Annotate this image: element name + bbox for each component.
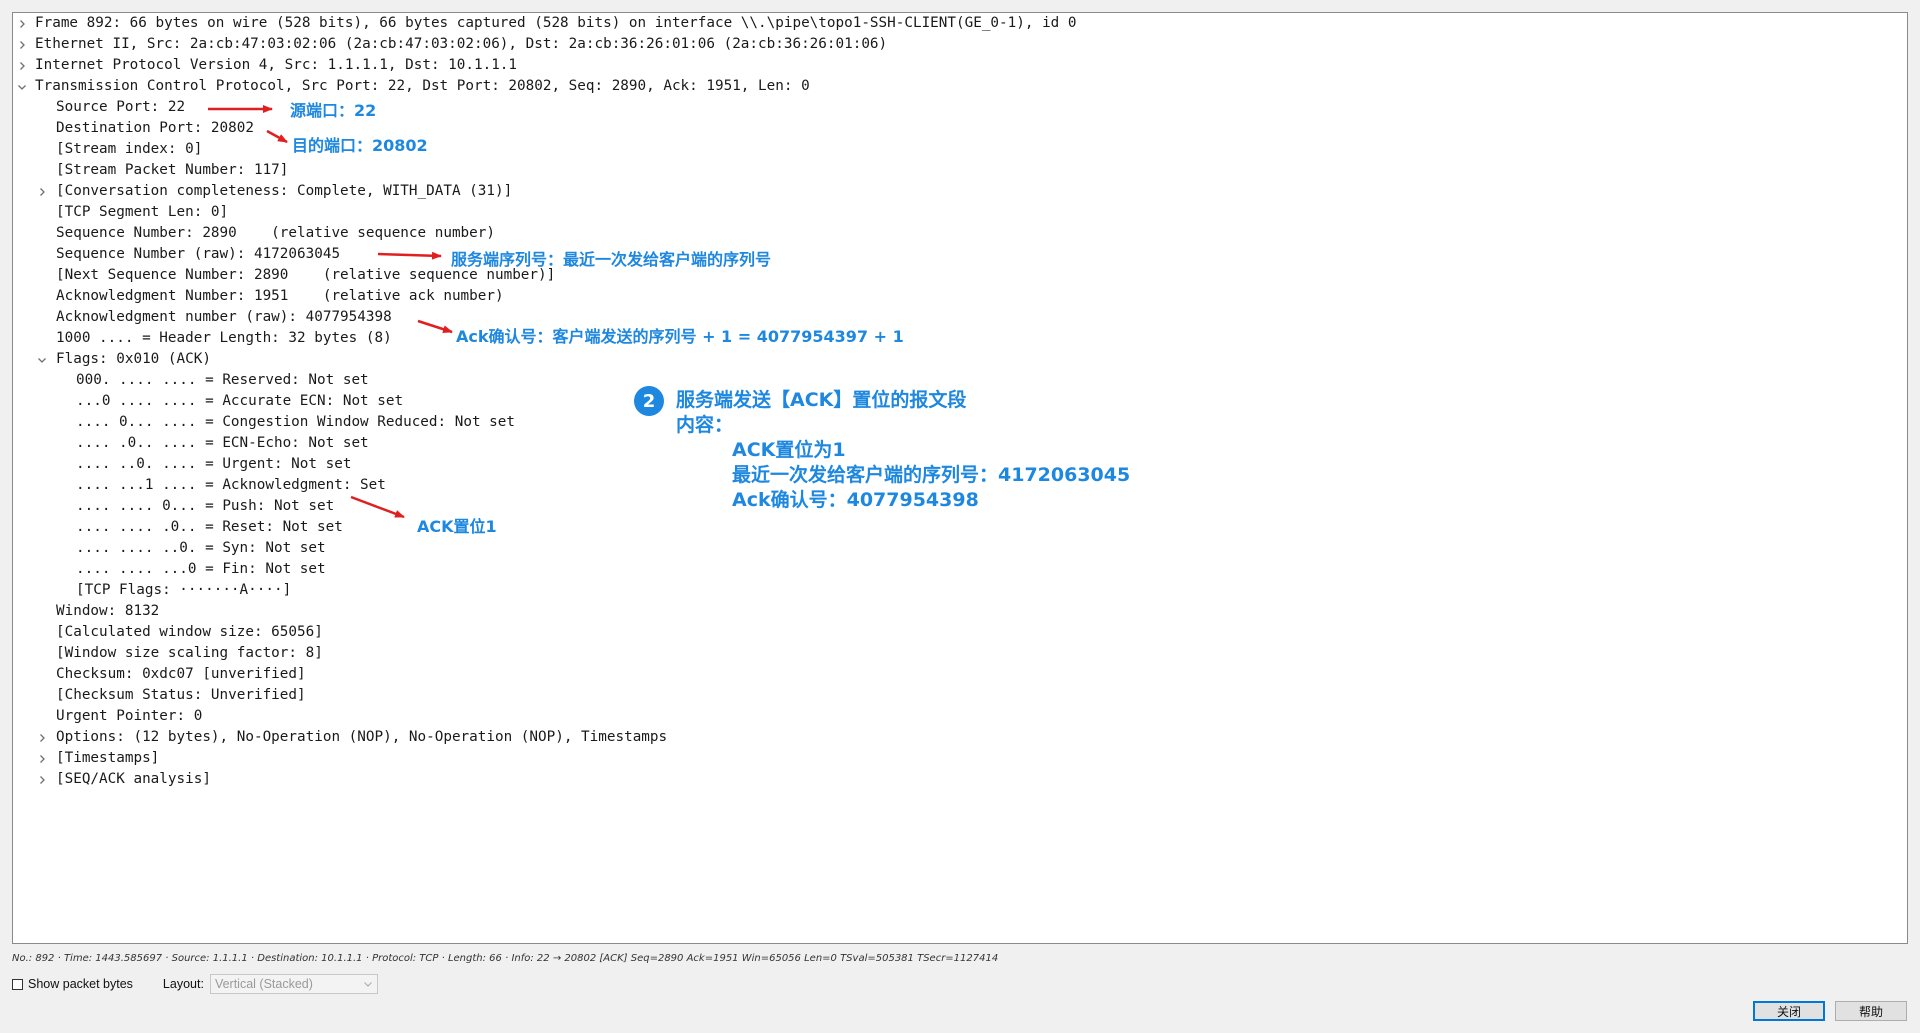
tree-row[interactable]: Transmission Control Protocol, Src Port:… — [13, 76, 1907, 97]
tree-row[interactable]: 1000 .... = Header Length: 32 bytes (8) — [13, 328, 1907, 349]
tree-row[interactable]: [Stream Packet Number: 117] — [13, 160, 1907, 181]
tree-row-text: .... .... ..0. = Syn: Not set — [76, 540, 326, 556]
help-button[interactable]: 帮助 — [1835, 1001, 1907, 1021]
chevron-right-icon[interactable] — [35, 181, 49, 202]
tree-row-text: .... .0.. .... = ECN-Echo: Not set — [76, 435, 369, 451]
bottom-bar: Show packet bytes Layout: Vertical (Stac… — [12, 974, 378, 994]
tree-row-text: Urgent Pointer: 0 — [56, 708, 203, 724]
tree-row-text: Transmission Control Protocol, Src Port:… — [35, 78, 810, 94]
tree-row-text: Ethernet II, Src: 2a:cb:47:03:02:06 (2a:… — [35, 36, 888, 52]
tree-row-text: [Window size scaling factor: 8] — [56, 645, 323, 661]
annotation-source-port: 源端口：22 — [290, 101, 377, 120]
tree-row[interactable]: [TCP Flags: ·······A····] — [13, 580, 1907, 601]
chevron-right-icon[interactable] — [35, 769, 49, 790]
tree-row[interactable]: Frame 892: 66 bytes on wire (528 bits), … — [13, 13, 1907, 34]
tree-row-text: .... 0... .... = Congestion Window Reduc… — [76, 414, 515, 430]
tree-row[interactable]: Sequence Number: 2890 (relative sequence… — [13, 223, 1907, 244]
tree-row[interactable]: [Window size scaling factor: 8] — [13, 643, 1907, 664]
chevron-down-icon — [364, 982, 372, 987]
tree-row-text: 000. .... .... = Reserved: Not set — [76, 372, 369, 388]
summary-line-ack-number: Ack确认号：4077954398 — [732, 489, 979, 511]
close-button[interactable]: 关闭 — [1753, 1001, 1825, 1021]
annotation-sequence-raw: 服务端序列号：最近一次发给客户端的序列号 — [451, 250, 772, 269]
chevron-right-icon[interactable] — [35, 727, 49, 748]
layout-select-value: Vertical (Stacked) — [214, 977, 313, 991]
tree-row-text: [Conversation completeness: Complete, WI… — [56, 183, 513, 199]
tree-row-text: Sequence Number: 2890 (relative sequence… — [56, 225, 495, 241]
tree-row[interactable]: Checksum: 0xdc07 [unverified] — [13, 664, 1907, 685]
show-packet-bytes-checkbox[interactable] — [12, 978, 23, 990]
chevron-right-icon[interactable] — [15, 34, 29, 55]
tree-row[interactable]: [Calculated window size: 65056] — [13, 622, 1907, 643]
tree-row[interactable]: Internet Protocol Version 4, Src: 1.1.1.… — [13, 55, 1907, 76]
tree-row[interactable]: [Timestamps] — [13, 748, 1907, 769]
tree-row-text: .... .... 0... = Push: Not set — [76, 498, 335, 514]
tree-row[interactable]: [Next Sequence Number: 2890 (relative se… — [13, 265, 1907, 286]
chevron-down-icon[interactable] — [15, 76, 29, 97]
chevron-right-icon[interactable] — [15, 13, 29, 34]
show-packet-bytes-label[interactable]: Show packet bytes — [28, 977, 133, 991]
tree-row-text: .... ...1 .... = Acknowledgment: Set — [76, 477, 386, 493]
tree-row-text: 1000 .... = Header Length: 32 bytes (8) — [56, 330, 392, 346]
layout-select[interactable]: Vertical (Stacked) — [209, 974, 378, 994]
tree-row[interactable]: .... .... .0.. = Reset: Not set — [13, 517, 1907, 538]
tree-row-text: [TCP Flags: ·······A····] — [76, 582, 292, 598]
tree-row[interactable]: .... .... ...0 = Fin: Not set — [13, 559, 1907, 580]
tree-row-text: [Stream index: 0] — [56, 141, 203, 157]
tree-row-text: Acknowledgment number (raw): 4077954398 — [56, 309, 392, 325]
annotation-ack-raw: Ack确认号：客户端发送的序列号 + 1 = 4077954397 + 1 — [456, 327, 904, 346]
tree-row[interactable]: Acknowledgment Number: 1951 (relative ac… — [13, 286, 1907, 307]
tree-row-text: Sequence Number (raw): 4172063045 — [56, 246, 341, 262]
tree-row-text: Internet Protocol Version 4, Src: 1.1.1.… — [35, 57, 518, 73]
tree-row-text: Window: 8132 — [56, 603, 160, 619]
packet-status-line: No.: 892 · Time: 1443.585697 · Source: 1… — [12, 953, 999, 964]
tree-row[interactable]: Ethernet II, Src: 2a:cb:47:03:02:06 (2a:… — [13, 34, 1907, 55]
tree-row[interactable]: Window: 8132 — [13, 601, 1907, 622]
tree-row-text: Source Port: 22 — [56, 99, 186, 115]
summary-title: 服务端发送【ACK】置位的报文段 — [676, 389, 967, 411]
tree-row-text: Checksum: 0xdc07 [unverified] — [56, 666, 306, 682]
chevron-right-icon[interactable] — [35, 748, 49, 769]
tree-row-text: ...0 .... .... = Accurate ECN: Not set — [76, 393, 404, 409]
tree-row[interactable]: [Checksum Status: Unverified] — [13, 685, 1907, 706]
tree-row[interactable]: .... .... ..0. = Syn: Not set — [13, 538, 1907, 559]
annotation-destination-port: 目的端口：20802 — [292, 136, 428, 155]
tree-row-text: Flags: 0x010 (ACK) — [56, 351, 211, 367]
chevron-right-icon[interactable] — [15, 55, 29, 76]
tree-row-text: Destination Port: 20802 — [56, 120, 254, 136]
tree-row[interactable]: .... .0.. .... = ECN-Echo: Not set — [13, 433, 1907, 454]
tree-row[interactable]: Urgent Pointer: 0 — [13, 706, 1907, 727]
summary-line-ack-flag: ACK置位为1 — [732, 439, 846, 461]
tree-row[interactable]: .... 0... .... = Congestion Window Reduc… — [13, 412, 1907, 433]
tree-row-text: .... .... ...0 = Fin: Not set — [76, 561, 326, 577]
tree-row[interactable]: [TCP Segment Len: 0] — [13, 202, 1907, 223]
summary-content-label: 内容： — [676, 414, 734, 436]
chevron-down-icon[interactable] — [35, 349, 49, 370]
summary-line-sequence: 最近一次发给客户端的序列号：4172063045 — [732, 464, 1131, 486]
tree-row-text: [Timestamps] — [56, 750, 160, 766]
tree-row[interactable]: Options: (12 bytes), No-Operation (NOP),… — [13, 727, 1907, 748]
tree-row-text: .... ..0. .... = Urgent: Not set — [76, 456, 352, 472]
annotation-ack-flag: ACK置位1 — [417, 517, 497, 536]
tree-row-text: .... .... .0.. = Reset: Not set — [76, 519, 343, 535]
step-number-badge: 2 — [634, 386, 664, 416]
tree-row-text: [Stream Packet Number: 117] — [56, 162, 289, 178]
tree-row-text: [Checksum Status: Unverified] — [56, 687, 306, 703]
tree-row-text: [SEQ/ACK analysis] — [56, 771, 211, 787]
tree-row[interactable]: [Conversation completeness: Complete, WI… — [13, 181, 1907, 202]
layout-label: Layout: — [162, 977, 204, 991]
tree-row[interactable]: Acknowledgment number (raw): 4077954398 — [13, 307, 1907, 328]
tree-row[interactable]: Flags: 0x010 (ACK) — [13, 349, 1907, 370]
tree-row-text: Acknowledgment Number: 1951 (relative ac… — [56, 288, 504, 304]
tree-row[interactable]: Sequence Number (raw): 4172063045 — [13, 244, 1907, 265]
tree-row-text: Options: (12 bytes), No-Operation (NOP),… — [56, 729, 668, 745]
tree-row-text: Frame 892: 66 bytes on wire (528 bits), … — [35, 15, 1077, 31]
tree-row-text: [Calculated window size: 65056] — [56, 624, 323, 640]
tree-row[interactable]: [SEQ/ACK analysis] — [13, 769, 1907, 790]
tree-row-text: [TCP Segment Len: 0] — [56, 204, 229, 220]
